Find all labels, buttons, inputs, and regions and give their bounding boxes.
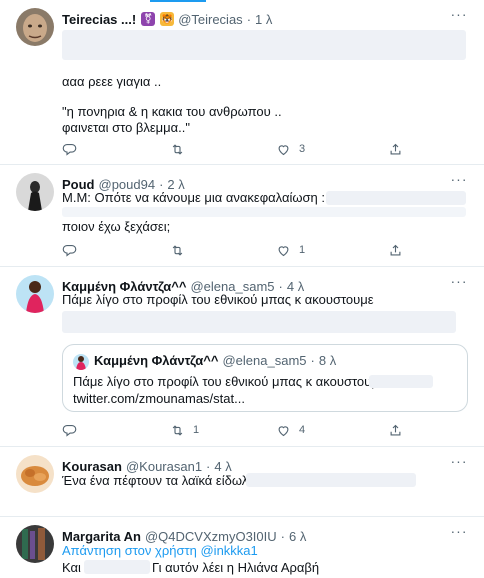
- tweet-text-line: ποιον έχω ξεχάσει;: [62, 219, 171, 234]
- retweet-count: 1: [193, 424, 200, 436]
- author-handle[interactable]: @Q4DCVXzmyO3I0IU: [145, 529, 277, 544]
- tweet[interactable]: Margarita An @Q4DCVXzmyO3I0IU · 6 λ ··· …: [0, 517, 484, 578]
- blurred-content: [326, 191, 466, 205]
- share-button[interactable]: [388, 140, 403, 158]
- share-icon: [390, 244, 401, 255]
- author-name[interactable]: Kourasan: [62, 459, 122, 474]
- retweet-icon: [172, 244, 183, 256]
- like-icon: [278, 425, 289, 436]
- quoted-link: twitter.com/zmounamas/stat...: [73, 391, 245, 406]
- tweet[interactable]: Kourasan @Kourasan1 · 4 λ ··· Ένα ένα πέ…: [0, 447, 484, 517]
- tweet-text-line: φαινεται στο βλεμμα..": [62, 120, 191, 135]
- more-icon[interactable]: ···: [450, 454, 468, 474]
- like-count: 1: [299, 244, 306, 256]
- timestamp[interactable]: 1 λ: [255, 12, 272, 27]
- author-handle[interactable]: @Kourasan1: [126, 459, 202, 474]
- tweet-actions: 1 4: [62, 421, 422, 439]
- like-count: 4: [299, 424, 306, 436]
- tweet[interactable]: Teirecias ...! ⚧ 🐯 @Teirecias · 1 λ ··· …: [0, 0, 484, 165]
- avatar[interactable]: [16, 8, 54, 46]
- timestamp[interactable]: 4 λ: [214, 459, 231, 474]
- like-icon: [278, 245, 289, 256]
- tweet-text-line: ααα ρεεε γιαγια ..: [62, 74, 162, 89]
- like-count: 3: [299, 143, 306, 155]
- avatar[interactable]: [16, 525, 54, 563]
- retweet-button[interactable]: [170, 241, 185, 259]
- share-button[interactable]: [388, 421, 403, 439]
- timestamp[interactable]: 6 λ: [289, 529, 306, 544]
- separator-dot: ·: [310, 353, 315, 368]
- more-icon[interactable]: ···: [450, 7, 468, 27]
- tweet-actions: 1: [62, 241, 422, 259]
- avatar[interactable]: [16, 455, 54, 493]
- retweet-button[interactable]: [170, 140, 185, 158]
- author-name[interactable]: Margarita An: [62, 529, 141, 544]
- quoted-tweet[interactable]: Καμμένη Φλάντζα^^ @elena_sam5 · 8 λ Πάμε…: [62, 344, 468, 412]
- tweet[interactable]: Poud @poud94 · 2 λ ··· M.M: Οπότε να κάν…: [0, 165, 484, 267]
- like-icon: [278, 144, 289, 155]
- timeline: Teirecias ...! ⚧ 🐯 @Teirecias · 1 λ ··· …: [0, 0, 484, 578]
- reply-button[interactable]: [62, 140, 77, 158]
- separator-dot: ·: [246, 11, 252, 27]
- retweet-icon: [172, 424, 183, 436]
- blurred-content: [84, 560, 150, 574]
- blurred-content: [62, 207, 466, 217]
- avatar[interactable]: [16, 173, 54, 211]
- reply-button[interactable]: [62, 421, 77, 439]
- tweet-text-line: Γι αυτόν λέει η Ηλιάνα Αραβή: [152, 560, 320, 575]
- reply-button[interactable]: [62, 241, 77, 259]
- blurred-content: [62, 30, 466, 60]
- author-handle[interactable]: @Teirecias: [178, 12, 243, 27]
- tweet-text-line: "η πονηρια & η κακια του ανθρωπου ..: [62, 104, 282, 119]
- reply-icon: [62, 143, 77, 156]
- share-button[interactable]: [388, 241, 403, 259]
- reply-context: Απάντηση στον χρήστη @inkkka1: [62, 543, 466, 559]
- tweet[interactable]: Καμμένη Φλάντζα^^ @elena_sam5 · 4 λ ··· …: [0, 267, 484, 447]
- quoted-timestamp: 8 λ: [318, 353, 337, 368]
- like-button[interactable]: 1: [276, 241, 305, 259]
- quoted-author-name: Καμμένη Φλάντζα^^: [94, 353, 219, 368]
- retweet-button[interactable]: 1: [170, 421, 199, 439]
- share-icon: [390, 143, 401, 154]
- separator-dot: ·: [280, 528, 285, 544]
- tweet-actions: 3: [62, 140, 422, 158]
- more-icon[interactable]: ···: [450, 524, 468, 544]
- retweet-icon: [172, 143, 183, 155]
- like-button[interactable]: 3: [276, 140, 305, 158]
- author-name[interactable]: Teirecias ...!: [62, 12, 136, 27]
- quoted-avatar: [73, 354, 89, 370]
- separator-dot: ·: [206, 458, 211, 474]
- reply-icon: [62, 424, 77, 437]
- reply-to-handle[interactable]: @inkkka1: [200, 543, 257, 558]
- quoted-author-handle: @elena_sam5: [222, 353, 307, 368]
- tweet-text-line: Πάμε λίγο στο προφίλ του εθνικού μπας κ …: [62, 292, 374, 307]
- like-button[interactable]: 4: [276, 421, 305, 439]
- blurred-content: [369, 375, 433, 388]
- purple-square-badge-icon: ⚧: [141, 12, 156, 26]
- blurred-content: [246, 473, 416, 487]
- avatar[interactable]: [16, 275, 54, 313]
- blurred-content: [62, 311, 456, 333]
- tiger-face-badge-icon: 🐯: [160, 12, 175, 26]
- reply-icon: [62, 244, 77, 257]
- share-icon: [390, 424, 401, 435]
- reply-prefix: Απάντηση στον χρήστη: [62, 543, 197, 558]
